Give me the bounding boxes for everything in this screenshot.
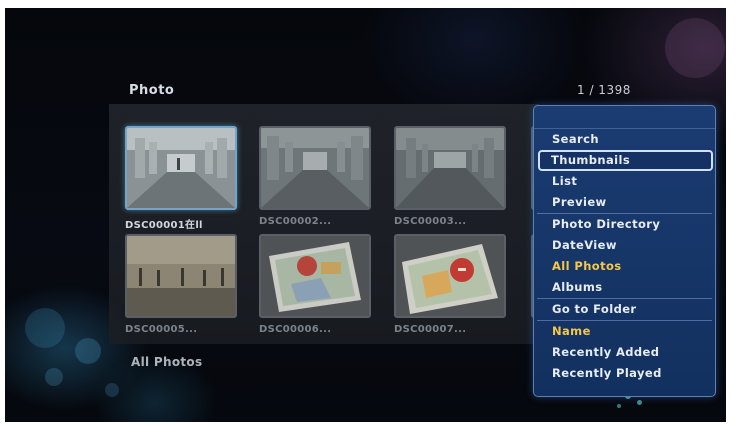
bokeh-light (637, 400, 642, 405)
thumbnail-item[interactable]: DSC00001在ll (125, 126, 237, 231)
bokeh-light (45, 368, 63, 386)
thumbnail-item[interactable]: DSC00006... (259, 234, 371, 335)
photo-thumbnail (394, 126, 506, 210)
menu-header (534, 106, 715, 129)
bokeh-light (25, 308, 65, 348)
bokeh-light (617, 404, 621, 408)
artwork-photo-image (396, 236, 504, 316)
menu-item-dateview[interactable]: DateView (537, 235, 712, 256)
photo-thumbnail (125, 234, 237, 318)
media-player-screen: Photo 1 / 1398 DSC00001在ll DSC00002... D… (5, 8, 726, 422)
menu-item-preview[interactable]: Preview (537, 192, 712, 213)
bokeh-light (105, 383, 119, 397)
thumbnail-item[interactable]: DSC00002... (259, 126, 371, 227)
thumbnail-item[interactable]: DSC00003... (394, 126, 506, 227)
menu-item-all-photos[interactable]: All Photos (537, 256, 712, 277)
thumbnail-caption: DSC00001在ll (125, 220, 203, 231)
thumbnail-grid: DSC00001在ll DSC00002... DSC00003... DSC0… (109, 104, 541, 344)
options-menu: Search Thumbnails List Preview Photo Dir… (533, 105, 716, 397)
thumbnail-item[interactable]: DSC00005... (125, 234, 237, 335)
bokeh-light (665, 18, 725, 78)
page-title: Photo (129, 83, 175, 98)
thumbnail-caption: DSC00006... (259, 324, 332, 335)
photo-thumbnail (394, 234, 506, 318)
corridor-photo-image (261, 128, 369, 208)
current-view-label: All Photos (131, 355, 203, 369)
bokeh-light (75, 338, 101, 364)
photo-thumbnail (259, 126, 371, 210)
menu-item-go-to-folder[interactable]: Go to Folder (537, 298, 712, 320)
artwork-photo-image (261, 236, 369, 316)
menu-item-recently-added[interactable]: Recently Added (537, 342, 712, 363)
menu-item-sort-name[interactable]: Name (537, 320, 712, 342)
menu-item-photo-directory[interactable]: Photo Directory (537, 213, 712, 235)
photo-thumbnail (259, 234, 371, 318)
thumbnail-caption: DSC00002... (259, 216, 332, 227)
corridor-photo-image (127, 128, 235, 208)
item-counter: 1 / 1398 (577, 83, 631, 97)
thumbnail-caption: DSC00005... (125, 324, 198, 335)
thumbnail-caption: DSC00007... (394, 324, 467, 335)
photo-thumbnail (125, 126, 237, 210)
thumbnail-item[interactable]: DSC00007... (394, 234, 506, 335)
menu-item-search[interactable]: Search (537, 129, 712, 150)
hall-photo-image (127, 236, 235, 316)
menu-item-list[interactable]: List (537, 171, 712, 192)
corridor-photo-image (396, 128, 504, 208)
menu-item-recently-played[interactable]: Recently Played (537, 363, 712, 384)
thumbnail-caption: DSC00003... (394, 216, 467, 227)
menu-item-thumbnails[interactable]: Thumbnails (538, 150, 713, 171)
menu-item-albums[interactable]: Albums (537, 277, 712, 298)
